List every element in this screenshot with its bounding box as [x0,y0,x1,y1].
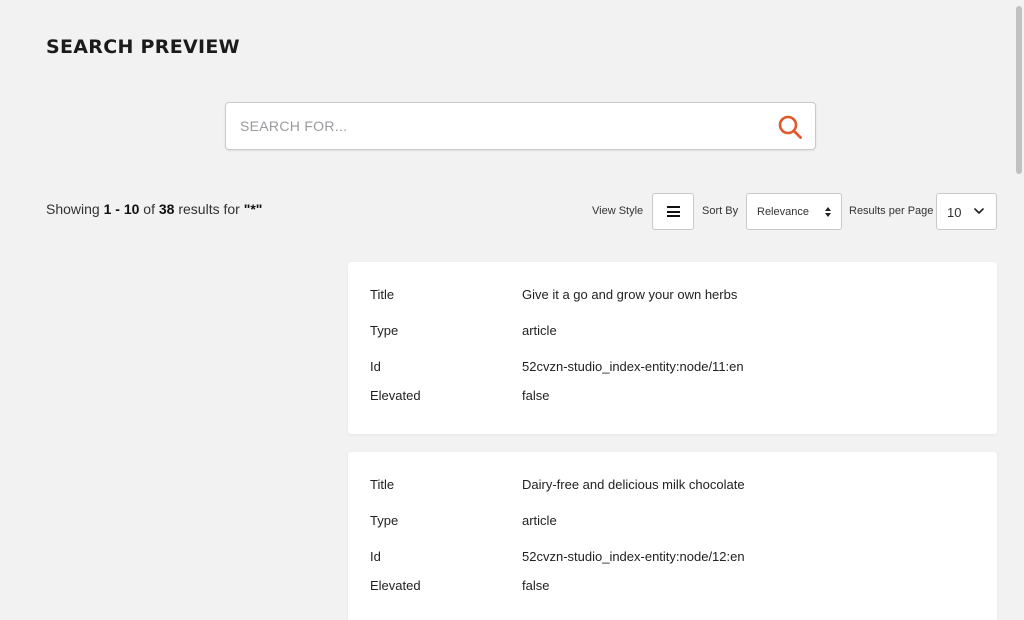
field-value: 52cvzn-studio_index-entity:node/12:en [522,549,745,564]
search-icon[interactable] [777,114,803,140]
view-style-button[interactable] [652,193,694,230]
search-input[interactable] [240,103,760,149]
sort-updown-icon [825,207,831,217]
result-card: Title Dairy-free and delicious milk choc… [348,452,997,620]
sort-by-label: Sort By [702,205,739,217]
view-style-label: View Style [592,205,644,217]
field-label: Id [370,549,381,564]
field-row-id: Id 52cvzn-studio_index-entity:node/12:en [370,549,970,569]
field-row-title: Title Give it a go and grow your own her… [370,287,970,307]
field-value: 52cvzn-studio_index-entity:node/11:en [522,359,744,374]
page-title: SEARCH PREVIEW [46,36,240,58]
field-value: Give it a go and grow your own herbs [522,287,738,302]
sort-by-select[interactable]: Relevance [746,193,842,230]
field-label: Type [370,323,399,338]
field-value: false [522,388,550,403]
scrollbar[interactable] [1014,0,1024,620]
field-row-elevated: Elevated false [370,388,970,408]
field-row-type: Type article [370,323,970,343]
chevron-down-icon [974,208,984,214]
field-value: article [522,323,557,338]
field-value: article [522,513,557,528]
field-row-type: Type article [370,513,970,533]
field-value: Dairy-free and delicious milk chocolate [522,477,745,492]
search-preview-page: SEARCH PREVIEW Showing 1 - 10 of 38 resu… [0,0,1024,620]
field-label: Title [370,287,395,302]
field-row-elevated: Elevated false [370,578,970,598]
list-view-icon [667,206,680,217]
result-card: Title Give it a go and grow your own her… [348,262,997,434]
results-per-page-label: Results per Page [849,205,934,217]
search-box[interactable] [225,102,816,150]
field-row-title: Title Dairy-free and delicious milk choc… [370,477,970,497]
field-value: false [522,578,550,593]
field-label: Elevated [370,578,421,593]
field-label: Id [370,359,381,374]
sort-by-value: Relevance [757,206,809,218]
field-label: Type [370,513,399,528]
results-per-page-select[interactable]: 10 [936,193,997,230]
field-label: Elevated [370,388,421,403]
results-controls: View Style Sort By Relevance Results per… [0,193,1024,231]
field-label: Title [370,477,395,492]
field-row-id: Id 52cvzn-studio_index-entity:node/11:en [370,359,970,379]
results-per-page-value: 10 [947,205,962,220]
scrollbar-thumb[interactable] [1016,6,1022,174]
